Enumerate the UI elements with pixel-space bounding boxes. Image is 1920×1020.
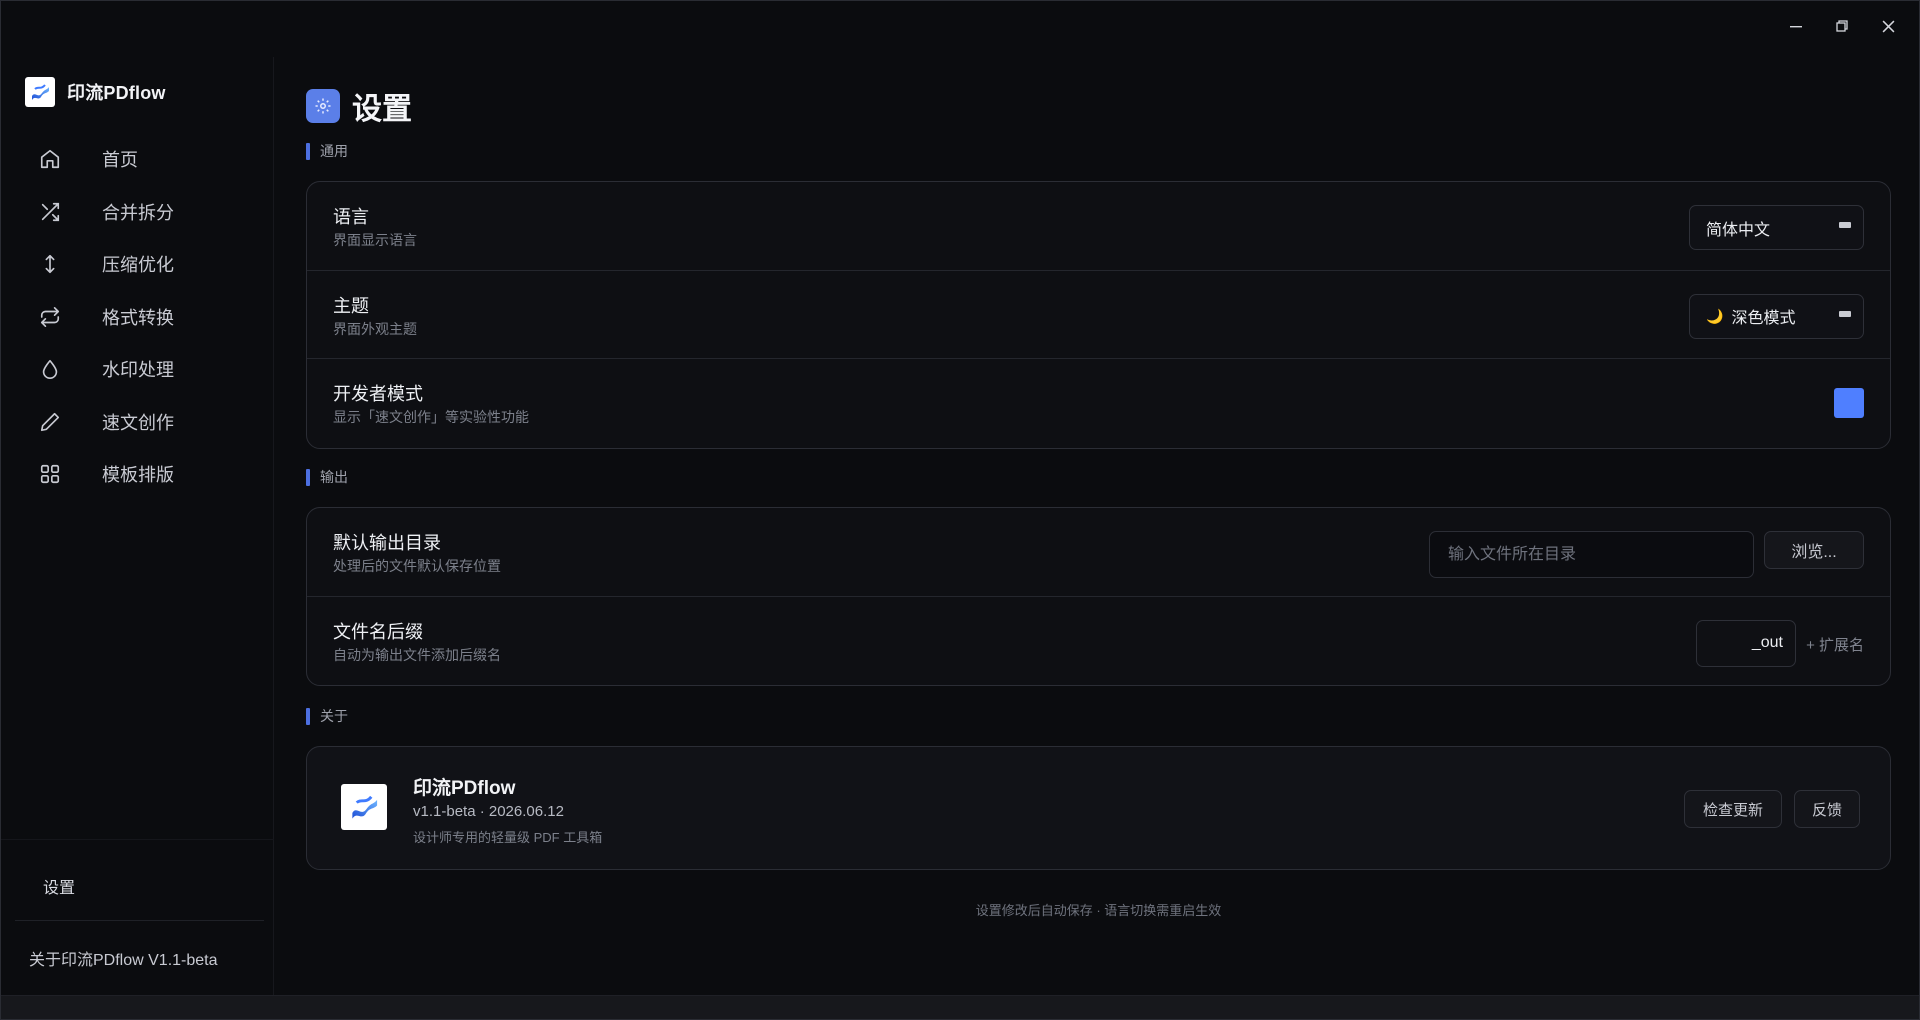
suffix-hint: + 扩展名 — [1806, 636, 1864, 654]
restore-icon[interactable] — [1819, 11, 1865, 41]
shuffle-icon — [25, 201, 77, 223]
setting-description: 自动为输出文件添加后缀名 — [333, 646, 501, 663]
sidebar-item-convert[interactable]: 格式转换 — [25, 291, 265, 344]
theme-select[interactable]: 🌙 深色模式 — [1689, 293, 1864, 339]
page-header: 设置 — [306, 84, 412, 128]
setting-description: 界面显示语言 — [333, 232, 417, 248]
home-icon — [25, 148, 77, 170]
setting-row-suffix: 文件名后缀 自动为输出文件添加后缀名 + 扩展名 — [307, 597, 1890, 686]
gear-icon — [306, 89, 340, 123]
convert-icon — [25, 306, 77, 328]
sidebar-item-label: 压缩优化 — [102, 255, 174, 276]
dev-mode-checkbox[interactable] — [1834, 388, 1864, 418]
minimize-icon[interactable] — [1773, 11, 1819, 41]
setting-title: 语言 — [333, 207, 369, 227]
brand[interactable]: 印流PDflow — [25, 77, 166, 107]
section-heading-about: 关于 — [306, 706, 348, 726]
setting-description: 界面外观主题 — [333, 320, 417, 337]
sidebar-item-label: 水印处理 — [102, 360, 174, 381]
sidebar-item-watermark[interactable]: 水印处理 — [25, 343, 265, 396]
setting-description: 处理后的文件默认保存位置 — [333, 558, 501, 574]
section-marker — [306, 142, 310, 160]
compress-arrows-icon — [25, 253, 77, 275]
app-window: 印流PDflow 首页 合并拆分 压缩优化 格式转换 水印处理 速文创作 模板排… — [0, 0, 1920, 1020]
dropdown-icon — [1839, 310, 1851, 317]
sidebar-item-label: 速文创作 — [102, 412, 174, 433]
section-marker — [306, 468, 310, 486]
section-marker — [306, 707, 310, 725]
about-version: v1.1-beta · 2026.06.12 — [413, 803, 564, 820]
section-heading-general: 通用 — [306, 141, 348, 161]
about-app-link[interactable]: 关于印流PDflow V1.1-beta — [29, 946, 218, 970]
sidebar-item-settings[interactable]: 设置 — [43, 874, 75, 898]
feedback-button[interactable]: 反馈 — [1794, 790, 1860, 828]
setting-title: 默认输出目录 — [333, 533, 441, 553]
sidebar-item-merge-split[interactable]: 合并拆分 — [25, 186, 265, 239]
grid-icon — [25, 463, 77, 485]
status-bar — [1, 995, 1919, 1019]
page-title: 设置 — [352, 93, 412, 126]
sidebar-item-label: 首页 — [102, 150, 138, 171]
flow-logo-icon — [25, 77, 55, 107]
selected-value: 简体中文 — [1706, 221, 1771, 239]
about-description: 设计师专用的轻量级 PDF 工具箱 — [413, 830, 603, 845]
check-update-button[interactable]: 检查更新 — [1684, 790, 1782, 828]
sidebar-item-label: 模板排版 — [102, 465, 174, 486]
language-select[interactable]: 简体中文 — [1689, 205, 1864, 250]
section-title: 关于 — [320, 708, 348, 724]
section-heading-output: 输出 — [306, 467, 348, 487]
setting-row-output-dir: 默认输出目录 处理后的文件默认保存位置 浏览... — [307, 508, 1890, 597]
setting-title: 开发者模式 — [333, 384, 423, 404]
selected-value: 深色模式 — [1731, 310, 1796, 327]
divider — [15, 920, 264, 921]
sidebar-item-label: 合并拆分 — [102, 202, 174, 223]
flow-logo-icon — [341, 784, 387, 830]
output-settings-card: 默认输出目录 处理后的文件默认保存位置 浏览... 文件名后缀 自动为输出文件添… — [306, 507, 1891, 686]
about-card: 印流PDflow v1.1-beta · 2026.06.12 设计师专用的轻量… — [306, 746, 1891, 870]
setting-title: 主题 — [333, 295, 369, 316]
setting-row-language: 语言 界面显示语言 简体中文 — [307, 182, 1890, 271]
app-name: 印流PDflow — [67, 83, 166, 103]
setting-row-theme: 主题 界面外观主题 🌙 深色模式 — [307, 271, 1890, 359]
sidebar-item-home[interactable]: 首页 — [25, 133, 265, 186]
close-icon[interactable] — [1865, 11, 1911, 41]
autosave-footnote: 设置修改后自动保存 · 语言切换需重启生效 — [975, 903, 1222, 918]
general-settings-card: 语言 界面显示语言 简体中文 主题 界面外观主题 🌙 深色模式 开发者模式 显示… — [306, 181, 1891, 449]
output-dir-input[interactable] — [1429, 531, 1754, 578]
pen-icon — [25, 411, 77, 433]
dropdown-icon — [1839, 222, 1851, 228]
sidebar-item-compress[interactable]: 压缩优化 — [25, 238, 265, 291]
section-title: 输出 — [320, 469, 348, 485]
setting-description: 显示「速文创作」等实验性功能 — [333, 409, 529, 425]
sidebar-item-label: 格式转换 — [102, 307, 174, 328]
sidebar-item-writing[interactable]: 速文创作 — [25, 396, 265, 449]
section-title: 通用 — [320, 143, 348, 159]
sidebar-footer: 设置 关于印流PDflow V1.1-beta — [1, 839, 274, 995]
about-app-name: 印流PDflow — [413, 778, 516, 799]
sidebar: 印流PDflow 首页 合并拆分 压缩优化 格式转换 水印处理 速文创作 模板排… — [1, 57, 274, 995]
suffix-input[interactable] — [1696, 619, 1796, 667]
browse-button[interactable]: 浏览... — [1764, 531, 1864, 569]
sidebar-nav: 首页 合并拆分 压缩优化 格式转换 水印处理 速文创作 模板排版 — [25, 133, 265, 501]
moon-icon: 🌙 — [1706, 307, 1724, 324]
setting-row-dev-mode: 开发者模式 显示「速文创作」等实验性功能 — [307, 359, 1890, 448]
setting-title: 文件名后缀 — [333, 621, 423, 642]
window-controls — [1773, 11, 1911, 41]
sidebar-item-templates[interactable]: 模板排版 — [25, 448, 265, 501]
droplet-icon — [25, 358, 77, 380]
